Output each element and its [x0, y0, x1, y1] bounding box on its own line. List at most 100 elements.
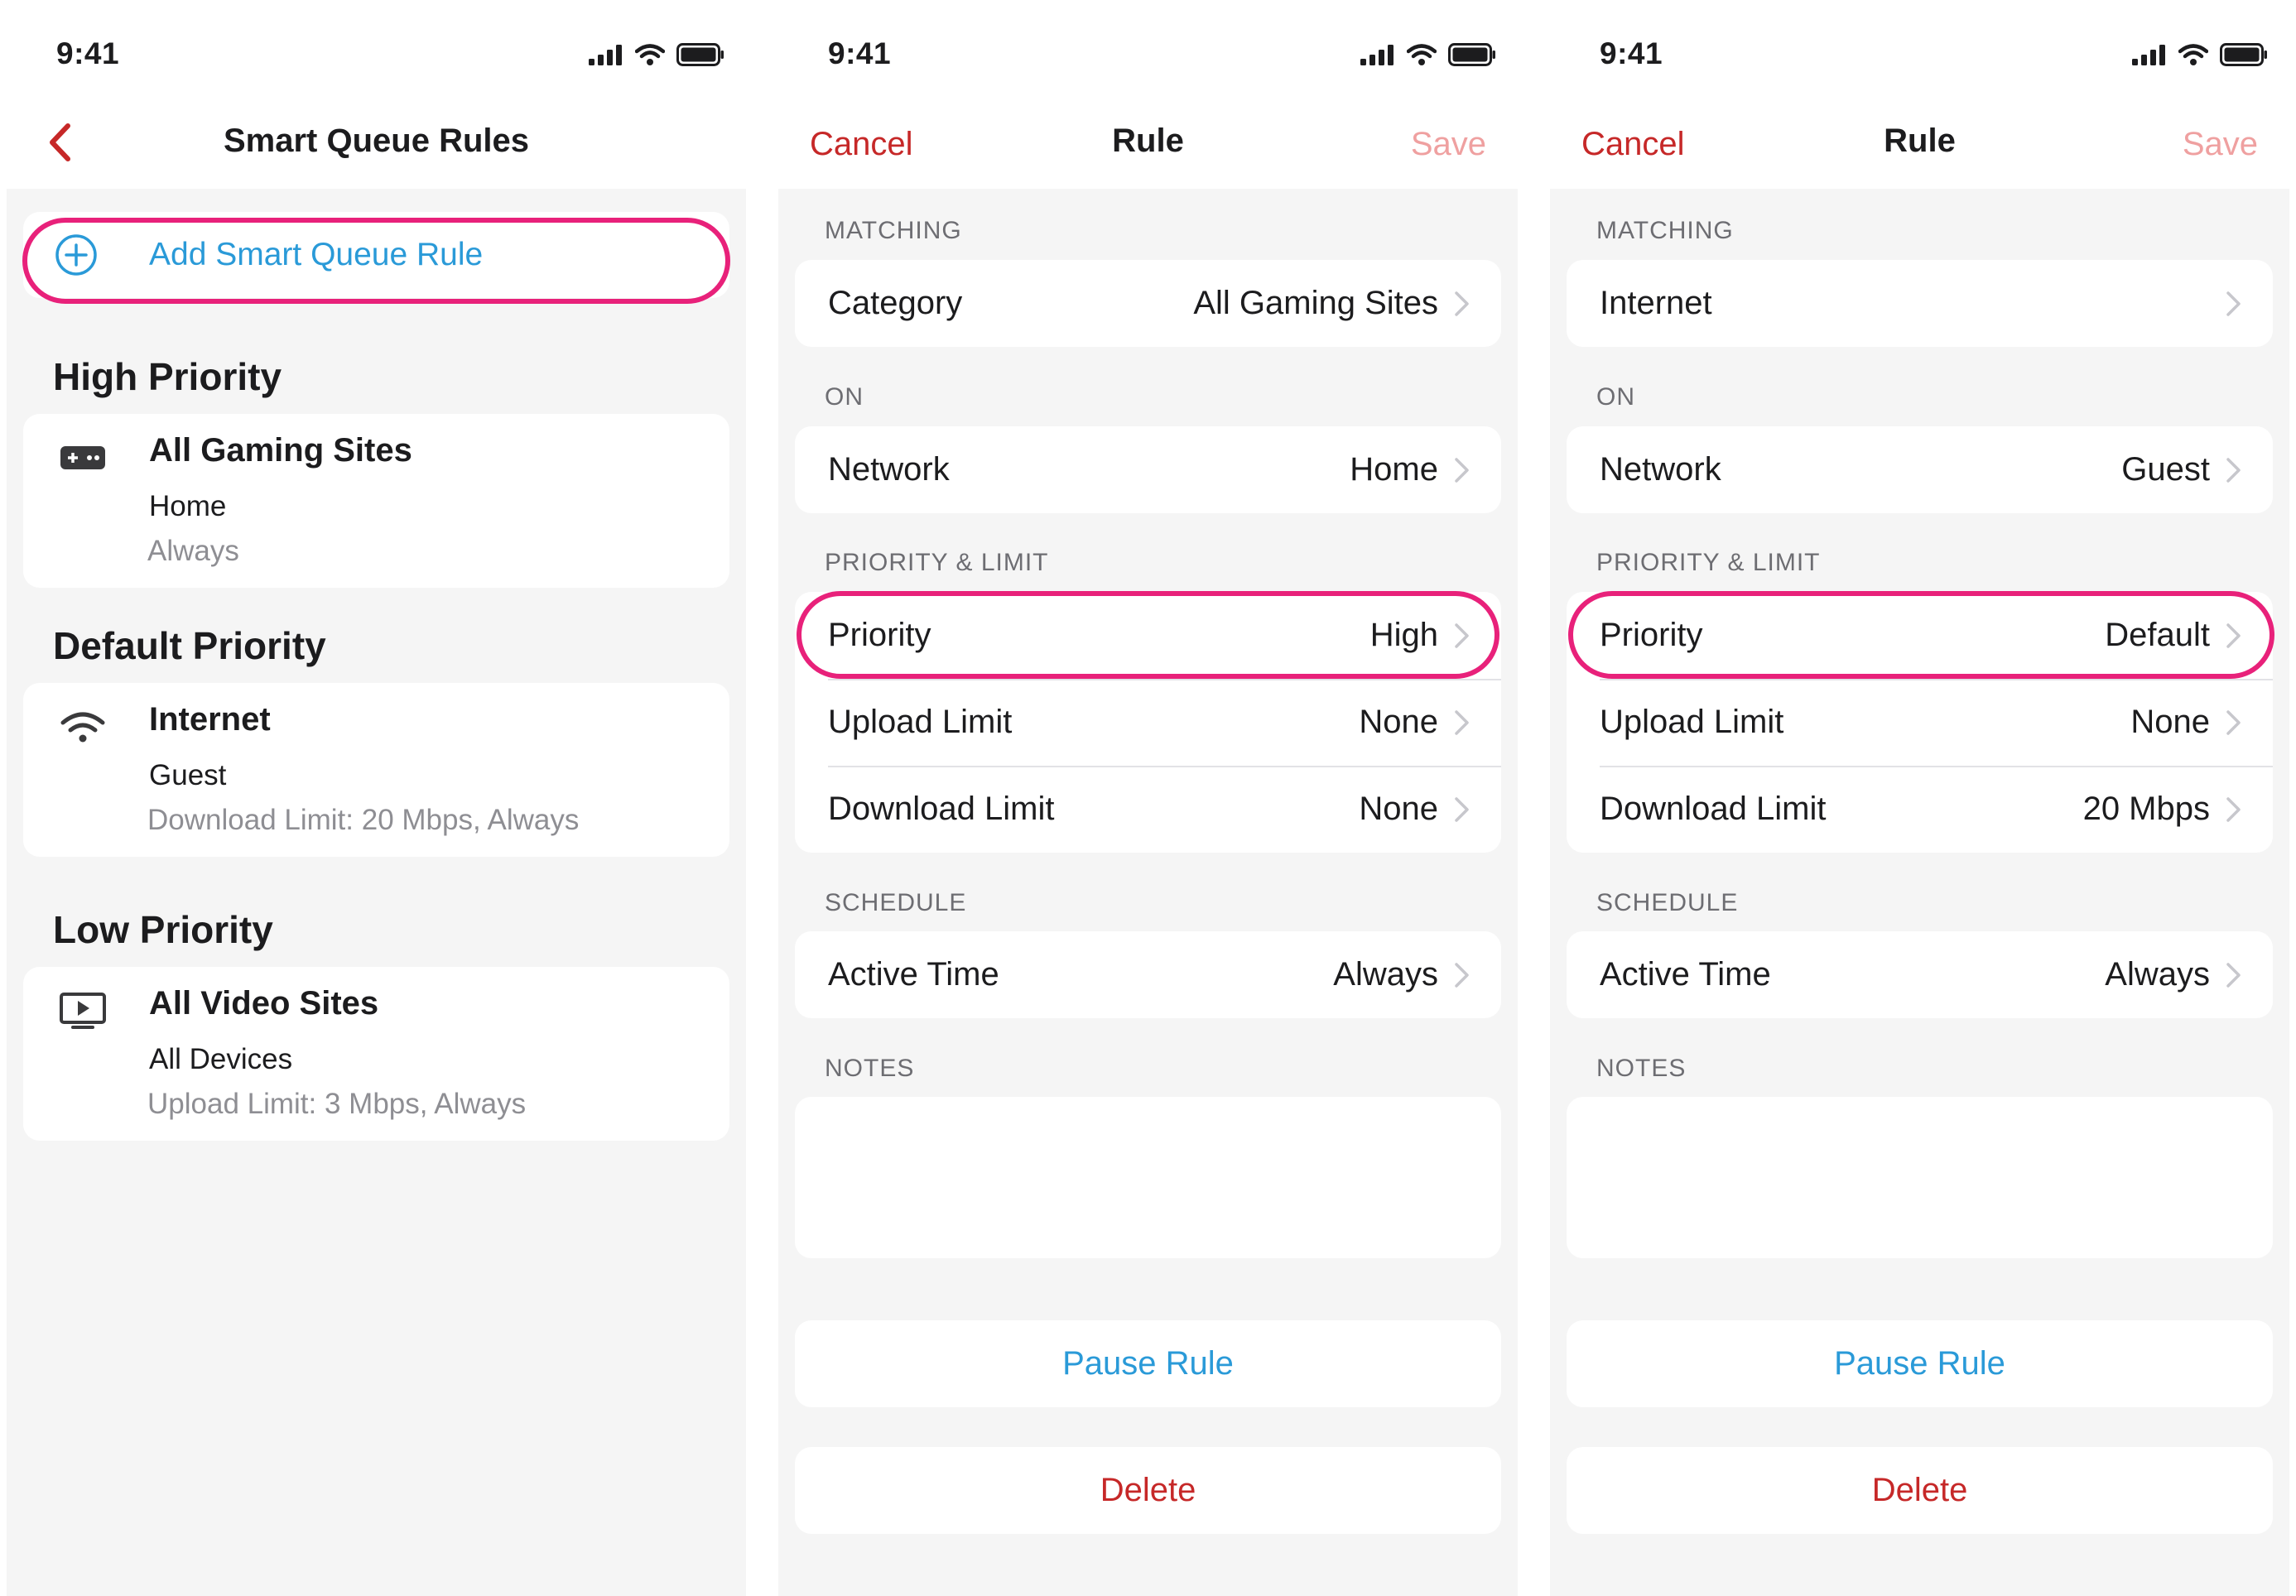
rule-detail: Download Limit: 20 Mbps, Always [147, 804, 580, 836]
chevron-right-icon [1455, 710, 1469, 735]
row-label: Upload Limit [828, 704, 1013, 740]
chevron-right-icon [2226, 623, 2241, 648]
row-label: Internet [1600, 285, 1712, 321]
row-label: Category [828, 285, 963, 321]
wifi-icon [60, 712, 105, 743]
group-label-matching: MATCHING [825, 217, 962, 244]
row-label: Network [828, 451, 950, 488]
row-label: Download Limit [828, 791, 1055, 827]
section-title-low-priority: Low Priority [53, 908, 273, 951]
group-label-on: ON [1596, 383, 1635, 411]
rule-name: All Gaming Sites [149, 432, 412, 469]
notes-field[interactable] [795, 1097, 1501, 1258]
pause-rule-button[interactable]: Pause Rule [795, 1320, 1501, 1407]
row-value: Always [1333, 956, 1438, 993]
status-bar: 9:41 [1550, 7, 2289, 106]
row-label: Download Limit [1600, 791, 1827, 827]
row-download-limit[interactable]: Download Limit None [795, 766, 1501, 853]
row-internet[interactable]: Internet [1567, 260, 2273, 347]
wifi-status-icon [635, 44, 665, 65]
row-value: High [1369, 617, 1438, 653]
row-active-time[interactable]: Active Time Always [1567, 931, 2273, 1018]
nav-bar: Cancel Rule Save [1550, 106, 2289, 189]
chevron-right-icon [1455, 458, 1469, 483]
video-play-icon [60, 993, 106, 1029]
add-rule-label: Add Smart Queue Rule [149, 237, 484, 272]
smart-queue-rules-screen: 9:41 Smart Queue Rules Add Smart Queue R… [7, 7, 746, 1596]
row-category[interactable]: Category All Gaming Sites [795, 260, 1501, 347]
battery-icon [2220, 43, 2267, 66]
section-title-high-priority: High Priority [53, 355, 282, 398]
chevron-right-icon [2226, 291, 2241, 316]
nav-bar: Smart Queue Rules [7, 106, 746, 189]
group-label-priority-limit: PRIORITY & LIMIT [1596, 549, 1821, 576]
row-label: Upload Limit [1600, 704, 1784, 740]
delete-button[interactable]: Delete [1567, 1447, 2273, 1534]
row-upload-limit[interactable]: Upload Limit None [795, 679, 1501, 766]
chevron-right-icon [1455, 963, 1469, 988]
save-button[interactable]: Save [2183, 126, 2258, 163]
rule-card-video[interactable]: All Video Sites All Devices Upload Limit… [23, 967, 729, 1141]
row-download-limit[interactable]: Download Limit 20 Mbps [1567, 766, 2273, 853]
row-network[interactable]: Network Home [795, 426, 1501, 513]
group-label-notes: NOTES [825, 1055, 915, 1082]
signal-icon [589, 45, 622, 65]
rule-detail: Upload Limit: 3 Mbps, Always [147, 1088, 527, 1120]
nav-bar: Cancel Rule Save [778, 106, 1518, 189]
group-on: Network Home [795, 426, 1501, 513]
gamepad-icon [60, 446, 105, 469]
status-time: 9:41 [828, 36, 892, 70]
row-value: 20 Mbps [2082, 791, 2210, 827]
signal-icon [1360, 45, 1393, 65]
wifi-status-icon [1407, 44, 1437, 65]
group-priority-limit: Priority High Upload Limit None Download… [795, 592, 1501, 853]
add-smart-queue-rule-button[interactable]: Add Smart Queue Rule [23, 212, 729, 298]
chevron-right-icon [1455, 291, 1469, 316]
row-priority[interactable]: Priority High [795, 592, 1501, 679]
battery-icon [676, 43, 724, 66]
chevron-right-icon [2226, 710, 2241, 735]
group-priority-limit: Priority Default Upload Limit None Downl… [1567, 592, 2273, 853]
group-label-matching: MATCHING [1596, 217, 1734, 244]
row-value: None [2130, 704, 2210, 740]
group-label-notes: NOTES [1596, 1055, 1687, 1082]
status-bar: 9:41 [7, 7, 746, 106]
group-matching: Internet [1567, 260, 2273, 347]
save-button[interactable]: Save [1411, 126, 1486, 163]
group-label-on: ON [825, 383, 864, 411]
rule-network: Guest [149, 759, 227, 791]
row-network[interactable]: Network Guest [1567, 426, 2273, 513]
rule-name: All Video Sites [149, 985, 379, 1022]
row-value: None [1359, 791, 1438, 827]
row-label: Priority [828, 617, 931, 653]
status-time: 9:41 [56, 36, 120, 70]
row-label: Active Time [1600, 956, 1771, 993]
row-value: Guest [2121, 451, 2210, 488]
group-label-schedule: SCHEDULE [1596, 889, 1739, 916]
rule-edit-screen-high: 9:41 Cancel Rule Save MATCHING Category … [778, 7, 1518, 1596]
status-bar: 9:41 [778, 7, 1518, 106]
section-title-default-priority: Default Priority [53, 624, 326, 667]
rule-detail: Always [147, 535, 239, 567]
row-value: None [1359, 704, 1438, 740]
rule-card-internet[interactable]: Internet Guest Download Limit: 20 Mbps, … [23, 683, 729, 857]
row-upload-limit[interactable]: Upload Limit None [1567, 679, 2273, 766]
page-title: Rule [1112, 123, 1184, 159]
page-title: Rule [1884, 123, 1956, 159]
notes-field[interactable] [1567, 1097, 2273, 1258]
group-on: Network Guest [1567, 426, 2273, 513]
row-label: Network [1600, 451, 1721, 488]
rule-network: All Devices [149, 1043, 293, 1075]
rule-edit-screen-default: 9:41 Cancel Rule Save MATCHING Internet … [1550, 7, 2289, 1596]
row-active-time[interactable]: Active Time Always [795, 931, 1501, 1018]
chevron-right-icon [1455, 797, 1469, 822]
signal-icon [2132, 45, 2165, 65]
rule-card-gaming[interactable]: All Gaming Sites Home Always [23, 414, 729, 588]
pause-rule-button[interactable]: Pause Rule [1567, 1320, 2273, 1407]
chevron-right-icon [1455, 623, 1469, 648]
row-priority[interactable]: Priority Default [1567, 592, 2273, 679]
chevron-right-icon [2226, 963, 2241, 988]
page-title: Smart Queue Rules [223, 123, 529, 159]
group-label-schedule: SCHEDULE [825, 889, 967, 916]
delete-button[interactable]: Delete [795, 1447, 1501, 1534]
